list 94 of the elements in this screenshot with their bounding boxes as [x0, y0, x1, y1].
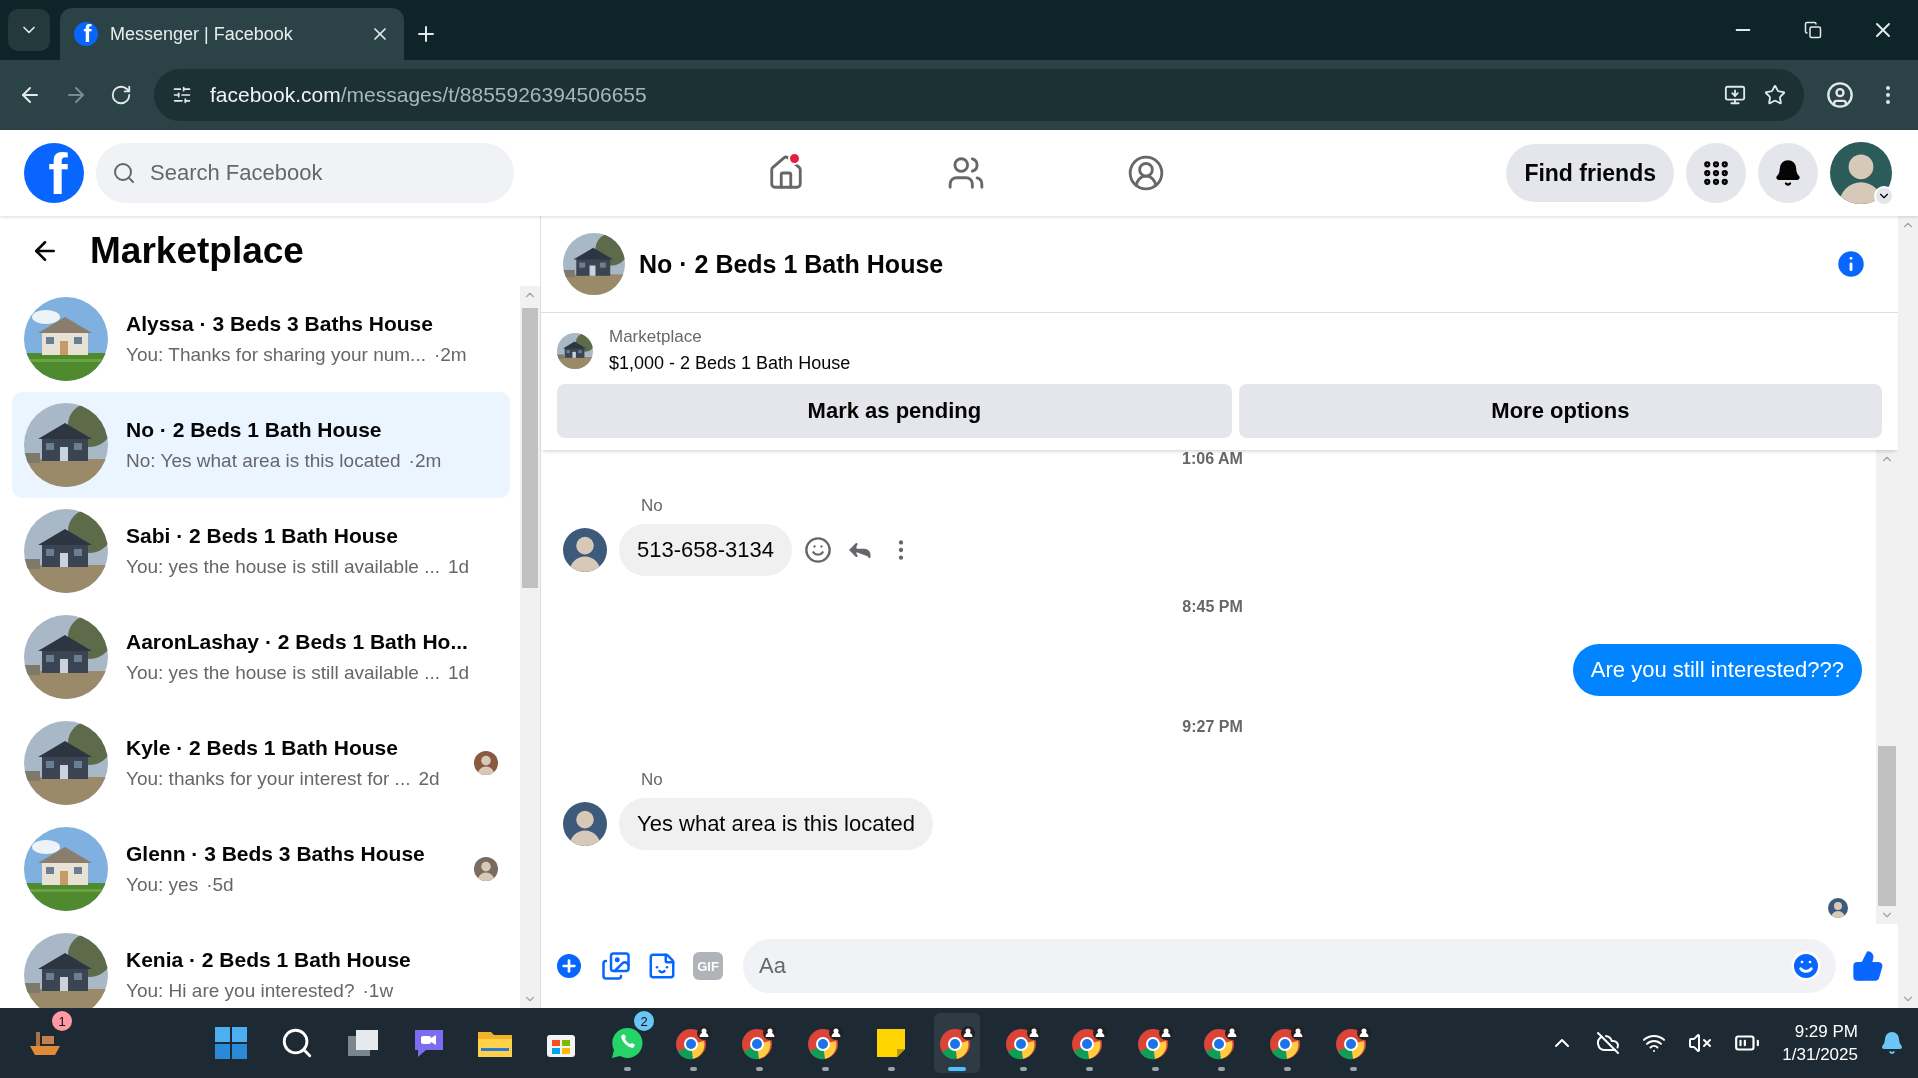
emoji-icon[interactable] [1790, 950, 1822, 982]
conversation-title: No · 2 Beds 1 Bath House [126, 418, 383, 442]
message-time: ·1w [362, 980, 394, 1002]
message-preview: No: Yes what area is this located [126, 450, 401, 472]
home-icon [767, 154, 805, 192]
notification-badge: 2 [634, 1011, 654, 1031]
message-time: 1d [448, 662, 470, 684]
conversation-title: Alyssa · 3 Beds 3 Baths House [126, 312, 434, 336]
timestamp: 1:06 AM [1182, 450, 1243, 468]
bell-icon [1774, 159, 1802, 187]
conversation-title: Kenia · 2 Beds 1 Bath House [126, 948, 412, 972]
browser-icon [675, 1026, 711, 1060]
browser-icon [1203, 1026, 1239, 1060]
conversation-item[interactable]: Kyle · 2 Beds 1 Bath House You: thanks for your interest for ... 2d [12, 710, 510, 816]
reload-icon[interactable] [110, 84, 132, 106]
conversation-title: Glenn · 3 Beds 3 Baths House [126, 842, 426, 866]
scrollbar-thumb[interactable] [1878, 746, 1896, 906]
message-time: 1d [448, 556, 470, 578]
browser-icon [1137, 1026, 1173, 1060]
mute-icon[interactable] [1688, 1031, 1713, 1055]
browser-tab[interactable]: f Messenger | Facebook [60, 8, 404, 60]
taskbar-app[interactable] [934, 1013, 980, 1073]
cloud-icon[interactable] [1596, 1031, 1621, 1055]
conversation-item[interactable]: Alyssa · 3 Beds 3 Baths House You: Thanks for sharing your num... ·2m [12, 286, 510, 392]
conversation-title: Kyle · 2 Beds 1 Bath House [126, 736, 399, 760]
site-settings-icon[interactable] [172, 85, 192, 105]
message-input[interactable]: Aa [743, 939, 1836, 993]
sidebar-title: Marketplace [90, 230, 304, 272]
listing-label: Marketplace [609, 327, 703, 347]
notifications-icon[interactable] [1880, 1031, 1904, 1055]
conversation-title: Sabi · 2 Beds 1 Bath House [126, 524, 399, 548]
timestamp: 8:45 PM [1182, 598, 1243, 616]
profile-icon[interactable] [1826, 81, 1854, 109]
find-friends-button[interactable]: Find friends [1506, 144, 1674, 202]
sticky-note-icon [875, 1027, 907, 1059]
browser-icon [1335, 1026, 1371, 1060]
browser-icon [939, 1026, 975, 1060]
message-bubble[interactable]: Are you still interested??? [1572, 644, 1862, 696]
chat-bubble-icon [610, 1026, 644, 1060]
conversation-title: AaronLashay · 2 Beds 1 Bath Ho... [126, 630, 469, 654]
conversation-item[interactable]: Glenn · 3 Beds 3 Baths House You: yes ·5d [12, 816, 510, 922]
browser-icon [1269, 1026, 1305, 1060]
sender-name: No [641, 496, 664, 516]
conversation-item[interactable]: AaronLashay · 2 Beds 1 Bath Ho... You: yes the house is still available ... 1d [12, 604, 510, 710]
message-preview: You: Thanks for sharing your num... [126, 344, 426, 366]
message-preview: You: thanks for your interest for ... [126, 768, 411, 790]
mark-pending-button[interactable]: Mark as pending [557, 384, 1232, 438]
sticker-icon[interactable] [647, 951, 677, 981]
listing-title[interactable]: $1,000 - 2 Beds 1 Bath House [609, 353, 851, 374]
menu-button[interactable] [1686, 143, 1746, 203]
search-field[interactable]: Search Facebook [96, 143, 514, 203]
notification-badge: 1 [52, 1011, 72, 1031]
message-time: ·2m [433, 344, 467, 366]
chat-title: No · 2 Beds 1 Bath House [639, 249, 945, 279]
grid-icon [1701, 158, 1731, 188]
browser-icon [807, 1026, 843, 1060]
message-preview: You: yes [126, 874, 199, 896]
search-icon [112, 161, 136, 185]
browser-icon [1071, 1026, 1107, 1060]
bookmark-star-icon[interactable] [1764, 84, 1786, 106]
message-time: 2d [418, 768, 440, 790]
react-icon[interactable] [804, 536, 832, 564]
friends-icon [947, 154, 985, 192]
message-time: ·2m [408, 450, 442, 472]
url-text[interactable]: facebook.com/messages/t/8855926394506655 [210, 83, 647, 107]
windows-icon [214, 1026, 248, 1060]
profile-icon [1127, 154, 1165, 192]
restore-icon[interactable] [1804, 21, 1822, 39]
conversation-item[interactable]: No · 2 Beds 1 Bath House No: Yes what area is this located ·2m [12, 392, 510, 498]
sender-avatar [563, 802, 607, 846]
windows-stack-icon [346, 1028, 380, 1058]
message-bubble[interactable]: 513-658-3134 [619, 524, 792, 576]
message-bubble[interactable]: Yes what area is this located [619, 798, 934, 850]
photo-icon[interactable] [601, 951, 631, 981]
more-options-button[interactable]: More options [1238, 384, 1882, 438]
search-icon [280, 1026, 314, 1060]
browser-icon [741, 1026, 777, 1060]
message-time: ·5d [206, 874, 234, 896]
message-preview: You: yes the house is still available ... [126, 556, 441, 578]
conversation-item[interactable]: Sabi · 2 Beds 1 Bath House You: yes the house is still available ... 1d [12, 498, 510, 604]
logo[interactable]: f [24, 143, 84, 203]
address-bar[interactable]: facebook.com/messages/t/8855926394506655 [154, 69, 1804, 121]
account-menu-button[interactable] [1874, 186, 1894, 206]
message-preview: You: Hi are you interested? [126, 980, 355, 1002]
scrollbar-thumb[interactable] [522, 308, 538, 588]
like-icon[interactable] [1852, 950, 1884, 982]
message-preview: You: yes the house is still available ... [126, 662, 441, 684]
sender-name: No [641, 770, 664, 790]
sender-avatar [563, 528, 607, 572]
browser-icon [1005, 1026, 1041, 1060]
timestamp: 9:27 PM [1182, 718, 1243, 736]
install-icon[interactable] [1724, 84, 1746, 106]
tab-favicon: f [74, 22, 98, 46]
clock[interactable]: 9:29 PM 1/31/2025 [1782, 1021, 1858, 1065]
